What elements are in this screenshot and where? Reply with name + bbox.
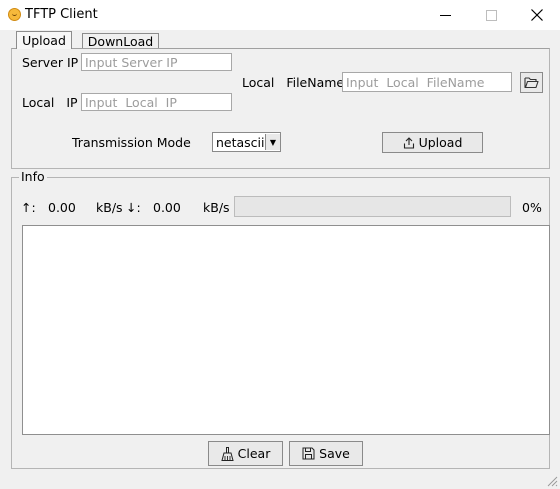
maximize-icon xyxy=(485,9,497,21)
folder-open-icon xyxy=(524,77,539,89)
resize-grip-icon[interactable] xyxy=(546,475,558,487)
browse-button[interactable] xyxy=(520,72,543,93)
broom-icon xyxy=(220,446,234,461)
local-ip-input[interactable] xyxy=(81,93,232,111)
transmission-mode-value: netascii xyxy=(216,134,265,150)
download-speed-value: 0.00 xyxy=(153,200,181,215)
save-button-label: Save xyxy=(319,446,350,461)
clear-button-label: Clear xyxy=(237,446,271,461)
chevron-down-icon: ▼ xyxy=(265,134,280,150)
upload-button[interactable]: Upload xyxy=(382,132,483,153)
upload-speed-value: 0.00 xyxy=(48,200,76,215)
minimize-icon xyxy=(439,14,451,16)
app-icon xyxy=(8,8,21,21)
upload-speed-arrow: ↑: xyxy=(21,200,36,215)
transfer-progress-bar xyxy=(234,196,511,217)
tab-download[interactable]: DownLoad xyxy=(82,33,159,49)
server-ip-input[interactable] xyxy=(81,53,232,71)
title-bar: TFTP Client xyxy=(0,0,560,30)
info-group-title: Info xyxy=(19,169,47,184)
local-filename-label: Local FileName xyxy=(242,75,345,90)
clear-button[interactable]: Clear xyxy=(208,441,283,466)
tab-upload[interactable]: Upload xyxy=(16,31,72,49)
server-ip-label: Server IP xyxy=(22,55,79,70)
transmission-mode-select[interactable]: netascii ▼ xyxy=(212,132,281,152)
progress-percent: 0% xyxy=(522,200,542,215)
upload-button-label: Upload xyxy=(418,135,463,150)
save-button[interactable]: Save xyxy=(289,441,363,466)
close-button[interactable] xyxy=(514,0,560,30)
download-speed-unit: kB/s xyxy=(203,200,230,215)
floppy-disk-icon xyxy=(302,447,315,460)
log-textarea[interactable] xyxy=(22,225,550,435)
local-ip-label: Local IP xyxy=(22,95,78,110)
close-icon xyxy=(531,9,543,21)
local-filename-input[interactable] xyxy=(342,72,512,92)
transmission-mode-label: Transmission Mode xyxy=(72,135,191,150)
maximize-button[interactable] xyxy=(468,0,514,30)
download-speed-arrow: ↓: xyxy=(126,200,141,215)
upload-speed-unit: kB/s xyxy=(96,200,123,215)
upload-icon xyxy=(403,136,414,149)
minimize-button[interactable] xyxy=(422,0,468,30)
window-title: TFTP Client xyxy=(25,7,98,22)
